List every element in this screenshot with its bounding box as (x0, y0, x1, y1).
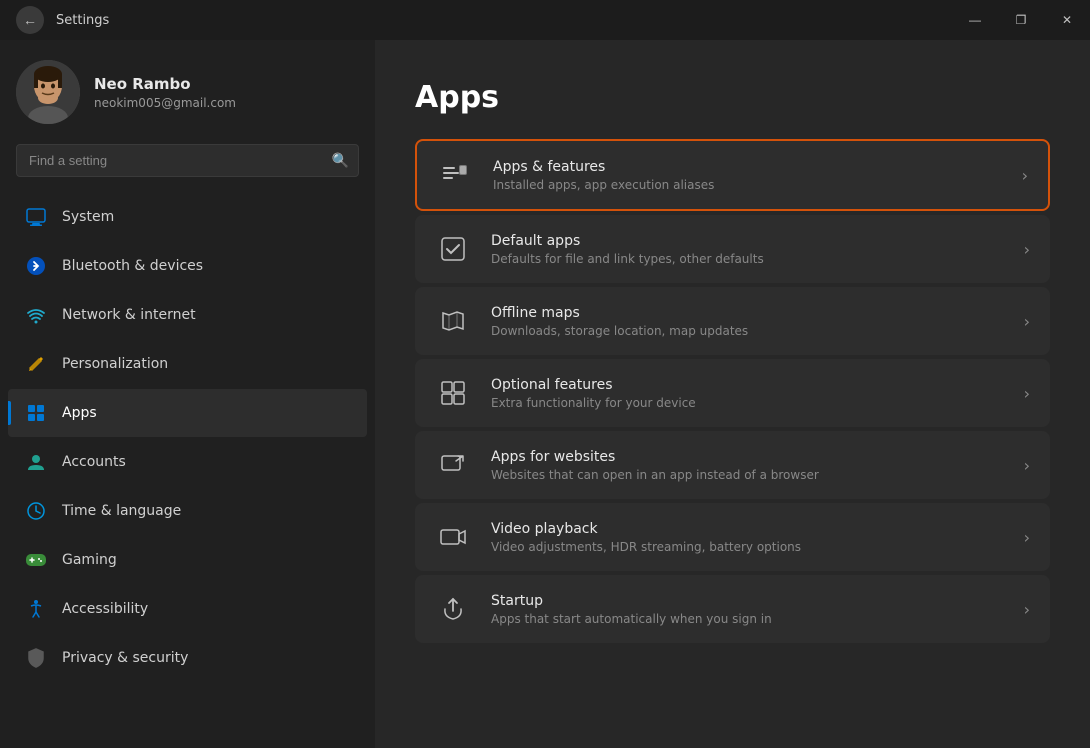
apps-features-title: Apps & features (493, 159, 1002, 175)
minimize-button[interactable]: — (952, 0, 998, 40)
default-apps-text: Default apps Defaults for file and link … (491, 233, 1004, 266)
apps-websites-chevron: › (1024, 456, 1030, 475)
optional-features-title: Optional features (491, 377, 1004, 393)
titlebar-controls: — ❐ ✕ (952, 0, 1090, 40)
settings-window: ← Settings — ❐ ✕ (0, 0, 1090, 748)
offline-maps-desc: Downloads, storage location, map updates (491, 324, 1004, 338)
sidebar-item-gaming[interactable]: Gaming (8, 536, 367, 584)
main-content: Apps Apps & features (375, 40, 1090, 748)
sidebar-item-time-label: Time & language (62, 503, 181, 519)
setting-startup[interactable]: Startup Apps that start automatically wh… (415, 575, 1050, 643)
optional-features-chevron: › (1024, 384, 1030, 403)
network-icon (24, 303, 48, 327)
startup-icon (435, 591, 471, 627)
system-icon (24, 205, 48, 229)
sidebar-item-personalization[interactable]: Personalization (8, 340, 367, 388)
accessibility-icon (24, 597, 48, 621)
apps-features-desc: Installed apps, app execution aliases (493, 178, 1002, 192)
setting-offline-maps[interactable]: Offline maps Downloads, storage location… (415, 287, 1050, 355)
avatar (16, 60, 80, 124)
sidebar-item-accessibility[interactable]: Accessibility (8, 585, 367, 633)
default-apps-chevron: › (1024, 240, 1030, 259)
user-name: Neo Rambo (94, 75, 236, 93)
optional-features-icon (435, 375, 471, 411)
sidebar-item-gaming-label: Gaming (62, 552, 117, 568)
startup-desc: Apps that start automatically when you s… (491, 612, 1004, 626)
accounts-icon (24, 450, 48, 474)
setting-default-apps[interactable]: Default apps Defaults for file and link … (415, 215, 1050, 283)
apps-websites-title: Apps for websites (491, 449, 1004, 465)
avatar-image (16, 60, 80, 124)
sidebar-item-bluetooth-label: Bluetooth & devices (62, 258, 203, 274)
sidebar-item-personalization-label: Personalization (62, 356, 168, 372)
sidebar-item-accounts-label: Accounts (62, 454, 126, 470)
apps-features-chevron: › (1022, 166, 1028, 185)
gaming-icon (24, 548, 48, 572)
titlebar-title: Settings (56, 13, 109, 28)
startup-title: Startup (491, 593, 1004, 609)
sidebar-item-accessibility-label: Accessibility (62, 601, 148, 617)
sidebar-item-privacy[interactable]: Privacy & security (8, 634, 367, 682)
bluetooth-icon (24, 254, 48, 278)
apps-websites-desc: Websites that can open in an app instead… (491, 468, 1004, 482)
setting-video-playback[interactable]: Video playback Video adjustments, HDR st… (415, 503, 1050, 571)
startup-chevron: › (1024, 600, 1030, 619)
video-playback-text: Video playback Video adjustments, HDR st… (491, 521, 1004, 554)
apps-websites-icon (435, 447, 471, 483)
apps-features-text: Apps & features Installed apps, app exec… (493, 159, 1002, 192)
content-area: Neo Rambo neokim005@gmail.com 🔍 (0, 40, 1090, 748)
user-info: Neo Rambo neokim005@gmail.com (94, 75, 236, 110)
back-button[interactable]: ← (16, 6, 44, 34)
setting-apps-websites[interactable]: Apps for websites Websites that can open… (415, 431, 1050, 499)
sidebar-item-apps[interactable]: Apps (8, 389, 367, 437)
search-input[interactable] (16, 144, 359, 177)
setting-optional-features[interactable]: Optional features Extra functionality fo… (415, 359, 1050, 427)
personalization-icon (24, 352, 48, 376)
sidebar-item-apps-label: Apps (62, 405, 97, 421)
settings-list: Apps & features Installed apps, app exec… (415, 139, 1050, 643)
video-playback-title: Video playback (491, 521, 1004, 537)
user-email: neokim005@gmail.com (94, 96, 236, 110)
default-apps-title: Default apps (491, 233, 1004, 249)
sidebar: Neo Rambo neokim005@gmail.com 🔍 (0, 40, 375, 748)
video-playback-chevron: › (1024, 528, 1030, 547)
sidebar-item-bluetooth[interactable]: Bluetooth & devices (8, 242, 367, 290)
titlebar: ← Settings — ❐ ✕ (0, 0, 1090, 40)
apps-icon (24, 401, 48, 425)
sidebar-item-system-label: System (62, 209, 114, 225)
search-icon: 🔍 (332, 153, 349, 169)
page-title: Apps (415, 80, 1050, 115)
user-section[interactable]: Neo Rambo neokim005@gmail.com (0, 40, 375, 140)
sidebar-item-system[interactable]: System (8, 193, 367, 241)
sidebar-item-accounts[interactable]: Accounts (8, 438, 367, 486)
default-apps-icon (435, 231, 471, 267)
time-icon (24, 499, 48, 523)
sidebar-item-network[interactable]: Network & internet (8, 291, 367, 339)
optional-features-desc: Extra functionality for your device (491, 396, 1004, 410)
maximize-button[interactable]: ❐ (998, 0, 1044, 40)
video-playback-icon (435, 519, 471, 555)
apps-websites-text: Apps for websites Websites that can open… (491, 449, 1004, 482)
titlebar-left: ← Settings (16, 6, 109, 34)
startup-text: Startup Apps that start automatically wh… (491, 593, 1004, 626)
close-button[interactable]: ✕ (1044, 0, 1090, 40)
apps-features-icon (437, 157, 473, 193)
offline-maps-chevron: › (1024, 312, 1030, 331)
setting-apps-features[interactable]: Apps & features Installed apps, app exec… (415, 139, 1050, 211)
sidebar-item-time[interactable]: Time & language (8, 487, 367, 535)
offline-maps-icon (435, 303, 471, 339)
offline-maps-title: Offline maps (491, 305, 1004, 321)
default-apps-desc: Defaults for file and link types, other … (491, 252, 1004, 266)
video-playback-desc: Video adjustments, HDR streaming, batter… (491, 540, 1004, 554)
sidebar-item-privacy-label: Privacy & security (62, 650, 188, 666)
search-box: 🔍 (16, 144, 359, 177)
sidebar-item-network-label: Network & internet (62, 307, 196, 323)
offline-maps-text: Offline maps Downloads, storage location… (491, 305, 1004, 338)
optional-features-text: Optional features Extra functionality fo… (491, 377, 1004, 410)
privacy-icon (24, 646, 48, 670)
sidebar-nav: System Bluetooth & devices (0, 193, 375, 682)
